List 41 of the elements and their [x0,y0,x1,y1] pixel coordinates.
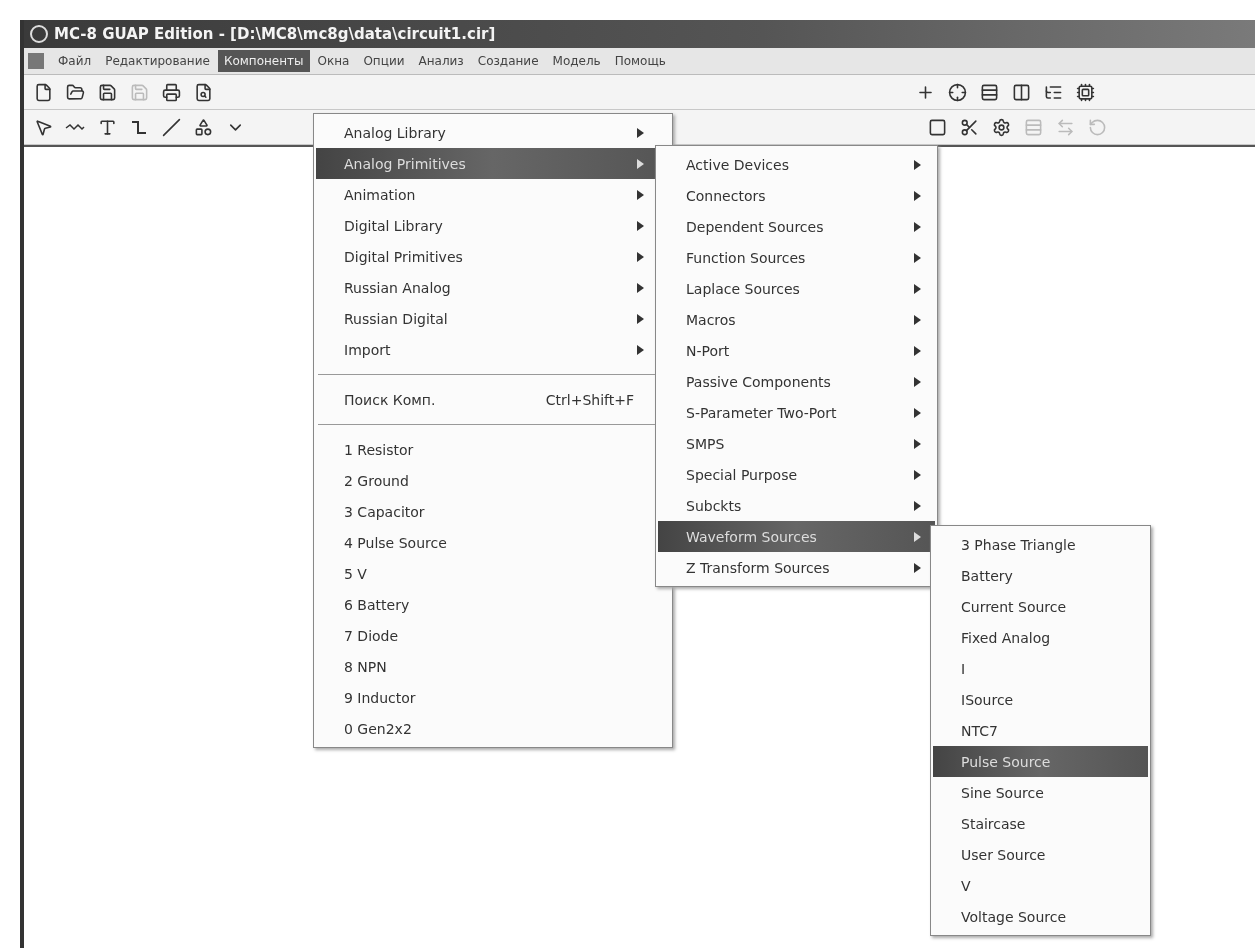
menu-item[interactable]: 6 Battery [316,589,670,620]
menu-bar-item[interactable]: Опции [357,50,411,72]
menu-item[interactable]: Function Sources [658,242,935,273]
menu-item[interactable]: SMPS [658,428,935,459]
menu-bar-item[interactable]: Редактирование [99,50,216,72]
menu-item[interactable]: V [933,870,1148,901]
menu-item[interactable]: I [933,653,1148,684]
menu-item[interactable]: 3 Phase Triangle [933,529,1148,560]
menu-item[interactable]: User Source [933,839,1148,870]
menu-item[interactable]: Voltage Source [933,901,1148,932]
menu-item[interactable]: 8 NPN [316,651,670,682]
menu-item[interactable]: Battery [933,560,1148,591]
menu-item[interactable]: 9 Inductor [316,682,670,713]
menu-item[interactable]: Dependent Sources [658,211,935,242]
menu-item[interactable]: Macros [658,304,935,335]
menu-item[interactable]: Waveform Sources [658,521,935,552]
menu-item[interactable]: N-Port [658,335,935,366]
menu-item[interactable]: 7 Diode [316,620,670,651]
menu-item[interactable]: 0 Gen2x2 [316,713,670,744]
menu-bar-item[interactable]: Создание [471,50,545,72]
menu-item[interactable]: Subckts [658,490,935,521]
menu-item[interactable]: Pulse Source [933,746,1148,777]
menu-item[interactable]: Current Source [933,591,1148,622]
menu-item[interactable]: Staircase [933,808,1148,839]
menu-item[interactable]: Special Purpose [658,459,935,490]
menu-bar-item[interactable]: Компоненты [217,50,310,72]
menu-item[interactable]: Analog Library [316,117,670,148]
menu-bar-item[interactable]: Анализ [412,50,470,72]
window-title: MC-8 GUAP Edition - [D:\MC8\mc8g\data\circuit1.cir] [54,25,496,43]
menu-bar-item[interactable]: Модель [546,50,607,72]
menu-item[interactable]: NTC7 [933,715,1148,746]
menu-bar-item[interactable]: Окна [311,50,356,72]
menu-item[interactable]: S-Parameter Two-Port [658,397,935,428]
menu-item[interactable]: Fixed Analog [933,622,1148,653]
menu-bar-item[interactable]: Помощь [608,50,672,72]
menu-item[interactable]: Sine Source [933,777,1148,808]
menu-bar-item[interactable]: Файл [52,50,98,72]
menu-item[interactable]: Passive Components [658,366,935,397]
menu-item[interactable]: Connectors [658,180,935,211]
menu-item[interactable]: Laplace Sources [658,273,935,304]
menu-item[interactable]: ISource [933,684,1148,715]
